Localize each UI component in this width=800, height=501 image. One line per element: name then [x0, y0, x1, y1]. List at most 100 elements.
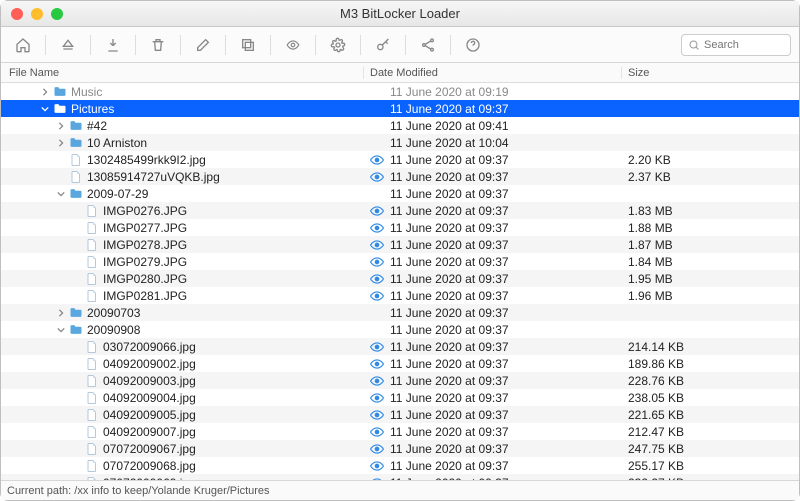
- preview-eye-icon[interactable]: [370, 204, 384, 218]
- file-row[interactable]: 04092009003.jpg11 June 2020 at 09:37228.…: [1, 372, 799, 389]
- file-list[interactable]: Music11 June 2020 at 09:19Pictures11 Jun…: [1, 83, 799, 480]
- share-button[interactable]: [414, 33, 442, 57]
- file-row[interactable]: 03072009066.jpg11 June 2020 at 09:37214.…: [1, 338, 799, 355]
- spacer-icon: [71, 460, 83, 472]
- file-name: 1302485499rkk9I2.jpg: [87, 153, 206, 167]
- file-row[interactable]: Pictures11 June 2020 at 09:37: [1, 100, 799, 117]
- file-row[interactable]: 04092009007.jpg11 June 2020 at 09:37212.…: [1, 423, 799, 440]
- chevron-down-icon[interactable]: [39, 103, 51, 115]
- file-name: 04092009003.jpg: [103, 374, 196, 388]
- file-row[interactable]: 1302485499rkk9I2.jpg11 June 2020 at 09:3…: [1, 151, 799, 168]
- file-date: 11 June 2020 at 09:37: [390, 187, 509, 201]
- search-field[interactable]: [681, 34, 791, 56]
- file-size: 212.47 KB: [622, 425, 799, 439]
- preview-eye-icon[interactable]: [370, 357, 384, 371]
- edit-button[interactable]: [189, 33, 217, 57]
- preview-eye-icon[interactable]: [370, 170, 384, 184]
- file-row[interactable]: 04092009004.jpg11 June 2020 at 09:37238.…: [1, 389, 799, 406]
- chevron-right-icon[interactable]: [55, 120, 67, 132]
- file-row[interactable]: 10 Arniston11 June 2020 at 10:04: [1, 134, 799, 151]
- file-icon: [69, 154, 83, 166]
- chevron-down-icon[interactable]: [55, 324, 67, 336]
- file-icon: [85, 256, 99, 268]
- chevron-right-icon[interactable]: [55, 137, 67, 149]
- file-row[interactable]: IMGP0276.JPG11 June 2020 at 09:371.83 MB: [1, 202, 799, 219]
- preview-eye-icon[interactable]: [370, 153, 384, 167]
- copy-button[interactable]: [234, 33, 262, 57]
- file-name: 10 Arniston: [87, 136, 147, 150]
- home-button[interactable]: [9, 33, 37, 57]
- file-row[interactable]: IMGP0280.JPG11 June 2020 at 09:371.95 MB: [1, 270, 799, 287]
- file-icon: [85, 375, 99, 387]
- file-icon: [85, 409, 99, 421]
- file-row[interactable]: 04092009005.jpg11 June 2020 at 09:37221.…: [1, 406, 799, 423]
- preview-eye-icon[interactable]: [370, 340, 384, 354]
- file-row[interactable]: 07072009068.jpg11 June 2020 at 09:37255.…: [1, 457, 799, 474]
- preview-eye-icon[interactable]: [370, 272, 384, 286]
- spacer-icon: [71, 409, 83, 421]
- spacer-icon: [55, 171, 67, 183]
- trash-button[interactable]: [144, 33, 172, 57]
- import-button[interactable]: [99, 33, 127, 57]
- folder-icon: [69, 188, 83, 200]
- minimize-window-button[interactable]: [31, 8, 43, 20]
- file-name: #42: [87, 119, 107, 133]
- preview-eye-icon[interactable]: [370, 459, 384, 473]
- file-icon: [85, 273, 99, 285]
- file-row[interactable]: 2009090811 June 2020 at 09:37: [1, 321, 799, 338]
- spacer-icon: [71, 375, 83, 387]
- zoom-window-button[interactable]: [51, 8, 63, 20]
- col-header-size[interactable]: Size: [622, 67, 799, 79]
- file-icon: [85, 392, 99, 404]
- file-row[interactable]: IMGP0279.JPG11 June 2020 at 09:371.84 MB: [1, 253, 799, 270]
- file-row[interactable]: #42 11 June 2020 at 09:41: [1, 117, 799, 134]
- file-size: 1.83 MB: [622, 204, 799, 218]
- file-name: 04092009005.jpg: [103, 408, 196, 422]
- preview-eye-icon[interactable]: [370, 255, 384, 269]
- spacer-icon: [71, 392, 83, 404]
- key-button[interactable]: [369, 33, 397, 57]
- file-row[interactable]: 13085914727uVQKB.jpg11 June 2020 at 09:3…: [1, 168, 799, 185]
- col-header-date[interactable]: Date Modified: [364, 67, 622, 79]
- file-date: 11 June 2020 at 09:37: [390, 102, 509, 116]
- chevron-down-icon[interactable]: [55, 188, 67, 200]
- file-row[interactable]: IMGP0281.JPG11 June 2020 at 09:371.96 MB: [1, 287, 799, 304]
- file-date: 11 June 2020 at 09:37: [390, 255, 509, 269]
- file-date: 11 June 2020 at 09:37: [390, 391, 509, 405]
- preview-eye-icon[interactable]: [370, 374, 384, 388]
- traffic-lights: [11, 8, 63, 20]
- file-row[interactable]: 2009-07-2911 June 2020 at 09:37: [1, 185, 799, 202]
- file-name: IMGP0278.JPG: [103, 238, 187, 252]
- preview-eye-icon[interactable]: [370, 425, 384, 439]
- preview-eye-icon[interactable]: [370, 391, 384, 405]
- file-date: 11 June 2020 at 09:37: [390, 204, 509, 218]
- status-bar: Current path: /xx info to keep/Yolande K…: [1, 480, 799, 500]
- preview-eye-icon[interactable]: [370, 442, 384, 456]
- file-date: 11 June 2020 at 09:37: [390, 374, 509, 388]
- preview-eye-icon[interactable]: [370, 221, 384, 235]
- titlebar: M3 BitLocker Loader: [1, 1, 799, 27]
- chevron-right-icon[interactable]: [55, 307, 67, 319]
- eject-button[interactable]: [54, 33, 82, 57]
- file-date: 11 June 2020 at 09:41: [390, 119, 509, 133]
- file-row[interactable]: 07072009067.jpg11 June 2020 at 09:37247.…: [1, 440, 799, 457]
- file-size: 247.75 KB: [622, 442, 799, 456]
- chevron-right-icon[interactable]: [39, 86, 51, 98]
- file-size: 2.37 KB: [622, 170, 799, 184]
- file-row[interactable]: 2009070311 June 2020 at 09:37: [1, 304, 799, 321]
- preview-eye-icon[interactable]: [370, 408, 384, 422]
- preview-button[interactable]: [279, 33, 307, 57]
- file-icon: [85, 205, 99, 217]
- col-header-name[interactable]: File Name: [1, 67, 364, 79]
- file-row[interactable]: IMGP0277.JPG11 June 2020 at 09:371.88 MB: [1, 219, 799, 236]
- settings-button[interactable]: [324, 33, 352, 57]
- file-row[interactable]: Music11 June 2020 at 09:19: [1, 83, 799, 100]
- file-row[interactable]: IMGP0278.JPG11 June 2020 at 09:371.87 MB: [1, 236, 799, 253]
- preview-eye-icon[interactable]: [370, 238, 384, 252]
- search-input[interactable]: [704, 39, 784, 51]
- file-row[interactable]: 04092009002.jpg11 June 2020 at 09:37189.…: [1, 355, 799, 372]
- close-window-button[interactable]: [11, 8, 23, 20]
- preview-eye-icon[interactable]: [370, 289, 384, 303]
- help-button[interactable]: [459, 33, 487, 57]
- folder-icon: [69, 137, 83, 149]
